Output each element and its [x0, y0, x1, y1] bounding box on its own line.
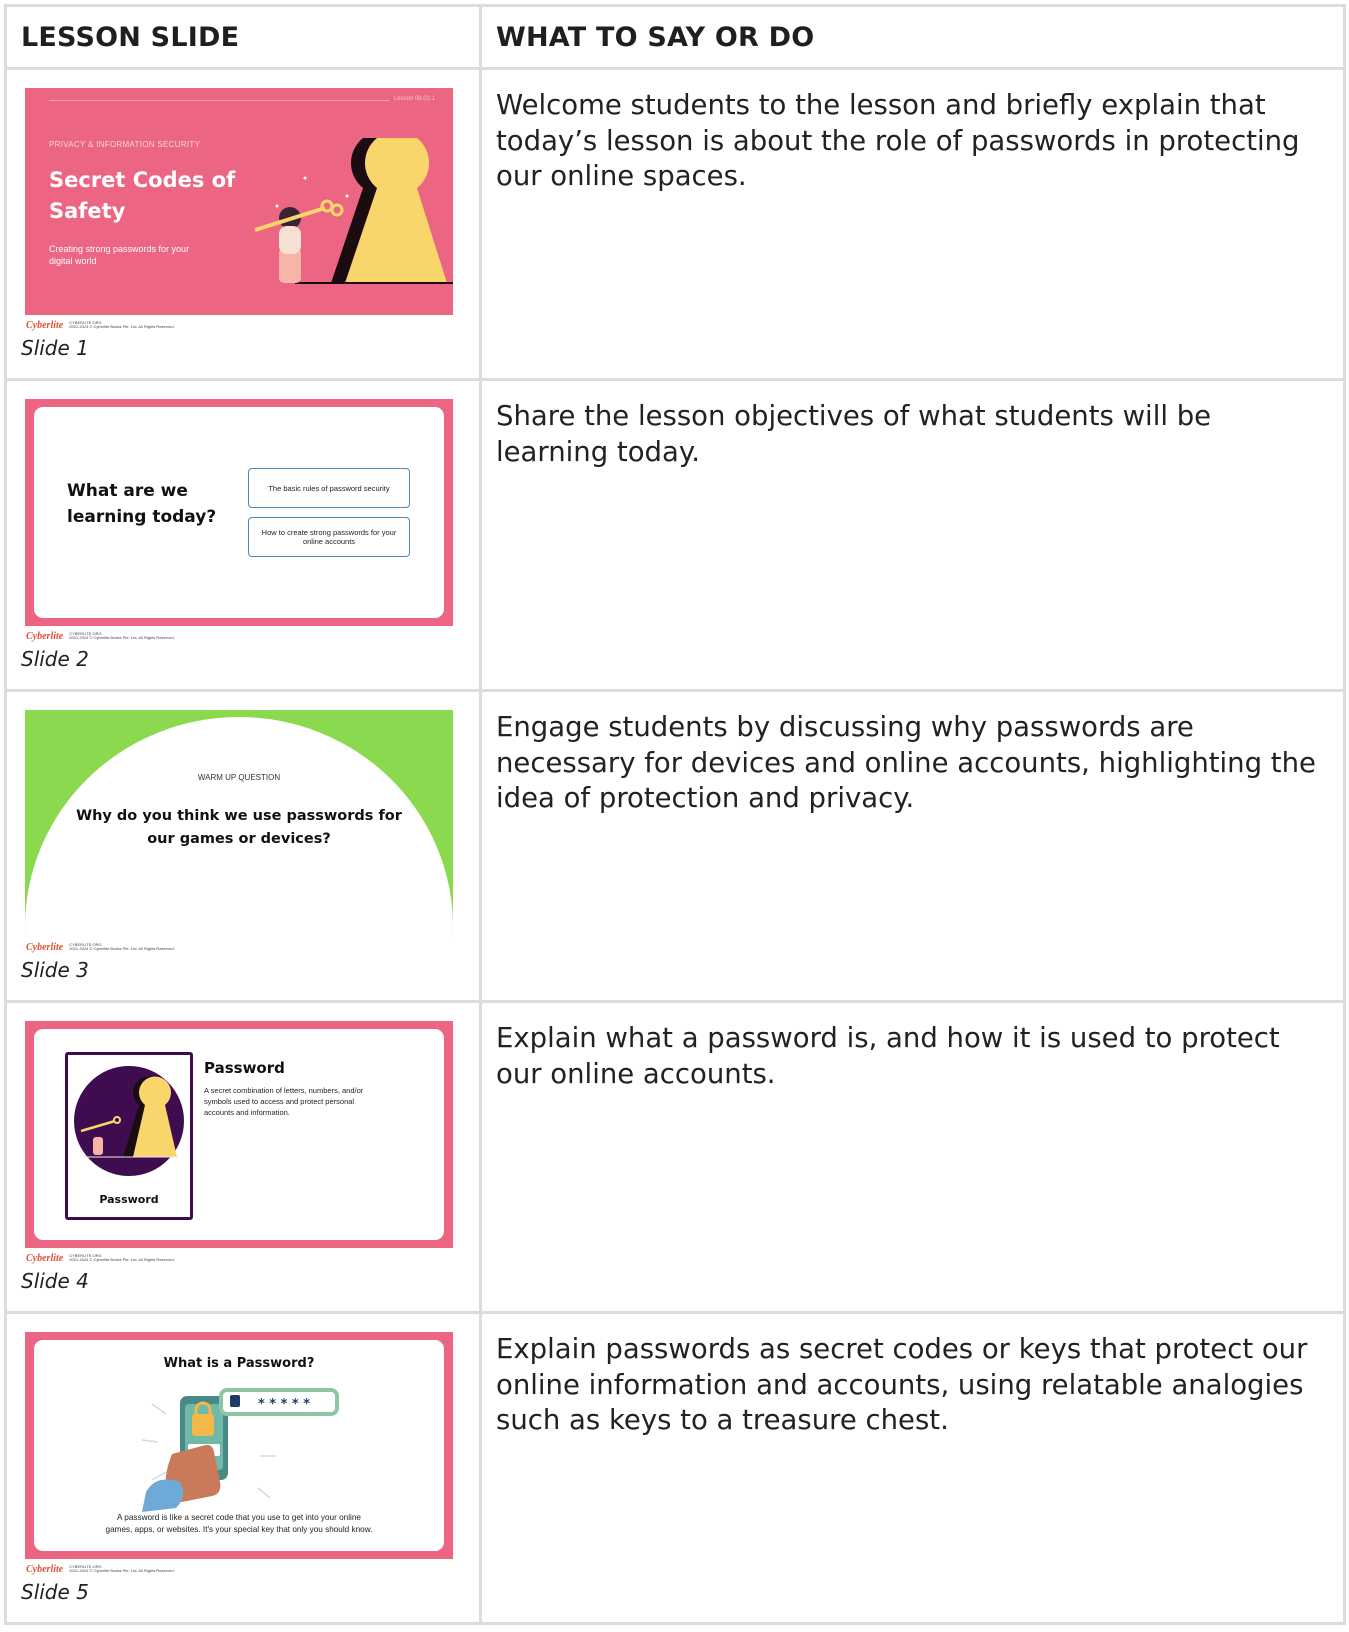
footer-fine-print: CYBERLITE.ORG 2021-2024 © Cyberlite Books… — [69, 942, 175, 951]
password-title: What is a Password? — [163, 1356, 315, 1371]
vocab-card: Password — [65, 1052, 193, 1220]
say-text: Engage students by discussing why passwo… — [496, 711, 1316, 814]
keyhole-illustration — [254, 138, 453, 284]
slide-card: Password Password A secret combination o… — [34, 1029, 444, 1240]
slide-subtitle-line2: digital world — [49, 256, 97, 266]
slide-cell: WARM UP QUESTION Why do you think we use… — [4, 689, 482, 1003]
table-row: What is a Password? * * * * * A password… — [4, 1311, 1346, 1625]
slide-caption: Slide 4 — [21, 1269, 89, 1293]
say-cell: Engage students by discussing why passwo… — [479, 689, 1346, 1003]
vocab-card-label: Password — [99, 1193, 159, 1206]
slide-footer: Cyberlite CYBERLITE.ORG 2021-2024 © Cyber… — [26, 1563, 175, 1575]
slide-footer: Cyberlite CYBERLITE.ORG 2021-2024 © Cyber… — [26, 630, 175, 642]
cyberlite-logo: Cyberlite — [26, 630, 64, 642]
say-text: Explain passwords as secret codes or key… — [496, 1333, 1308, 1436]
say-text: Share the lesson objectives of what stud… — [496, 400, 1212, 468]
term-definition: A secret combination of letters, numbers… — [204, 1086, 364, 1117]
table-row: Password Password A secret combination o… — [4, 1000, 1346, 1314]
slide-1-thumbnail[interactable]: Lesson 08.02.1 PRIVACY & INFORMATION SEC… — [25, 88, 453, 315]
say-cell: Explain what a password is, and how it i… — [479, 1000, 1346, 1314]
table-row: WARM UP QUESTION Why do you think we use… — [4, 689, 1346, 1003]
slide-title-line1: Secret Codes of — [49, 168, 236, 192]
say-text: Welcome students to the lesson and brief… — [496, 89, 1300, 192]
keyhole-circle-icon — [74, 1066, 184, 1176]
slide-footer: Cyberlite CYBERLITE.ORG 2021-2024 © Cyber… — [26, 319, 175, 331]
table-row: Lesson 08.02.1 PRIVACY & INFORMATION SEC… — [4, 67, 1346, 381]
say-cell: Explain passwords as secret codes or key… — [479, 1311, 1346, 1625]
slide-cell: What is a Password? * * * * * A password… — [4, 1311, 482, 1625]
footer-fine-print: CYBERLITE.ORG 2021-2024 © Cyberlite Books… — [69, 1253, 175, 1262]
header-what-to-say: WHAT TO SAY OR DO — [479, 4, 1346, 70]
objective-box-2: How to create strong passwords for your … — [248, 517, 410, 557]
say-cell: Share the lesson objectives of what stud… — [479, 378, 1346, 692]
footer-fine-print: CYBERLITE.ORG 2021-2024 © Cyberlite Books… — [69, 1564, 175, 1573]
slide-5-thumbnail[interactable]: What is a Password? * * * * * A password… — [25, 1332, 453, 1559]
svg-text:* * * * *: * * * * * — [258, 1397, 310, 1412]
slide-cell: Lesson 08.02.1 PRIVACY & INFORMATION SEC… — [4, 67, 482, 381]
objectives-heading-line2: learning today? — [67, 507, 217, 527]
objective-box-1: The basic rules of password security — [248, 468, 410, 508]
warm-up-question-line2: our games or devices? — [147, 831, 331, 847]
warm-up-question-line1: Why do you think we use passwords for — [76, 808, 402, 824]
slide-4-thumbnail[interactable]: Password Password A secret combination o… — [25, 1021, 453, 1248]
slide-footer: Cyberlite CYBERLITE.ORG 2021-2024 © Cyber… — [26, 941, 175, 953]
objectives-heading-line1: What are we — [67, 481, 188, 501]
lesson-plan-table: LESSON SLIDE WHAT TO SAY OR DO Lesson 08… — [4, 4, 1346, 1625]
slide-card: What are we learning today? The basic ru… — [34, 407, 444, 618]
white-dome — [25, 717, 453, 937]
cyberlite-logo: Cyberlite — [26, 319, 64, 331]
term-heading: Password — [204, 1059, 285, 1077]
table-row: What are we learning today? The basic ru… — [4, 378, 1346, 692]
slide-3-thumbnail[interactable]: WARM UP QUESTION Why do you think we use… — [25, 710, 453, 937]
slide-caption: Slide 3 — [21, 958, 89, 982]
say-text: Explain what a password is, and how it i… — [496, 1022, 1280, 1090]
slide-cell: What are we learning today? The basic ru… — [4, 378, 482, 692]
password-body: A password is like a secret code that yo… — [105, 1513, 373, 1534]
slide-subtitle-line1: Creating strong passwords for your — [49, 244, 190, 254]
table-header-row: LESSON SLIDE WHAT TO SAY OR DO — [4, 4, 1346, 70]
slide-2-thumbnail[interactable]: What are we learning today? The basic ru… — [25, 399, 453, 626]
slide-cell: Password Password A secret combination o… — [4, 1000, 482, 1314]
slide-caption: Slide 2 — [21, 647, 89, 671]
warm-up-kicker: WARM UP QUESTION — [197, 773, 281, 782]
footer-fine-print: CYBERLITE.ORG 2021-2024 © Cyberlite Books… — [69, 320, 175, 329]
divider — [49, 100, 389, 101]
slide-caption: Slide 5 — [21, 1580, 89, 1604]
slide-title-line2: Safety — [49, 199, 126, 223]
footer-fine-print: CYBERLITE.ORG 2021-2024 © Cyberlite Books… — [69, 631, 175, 640]
slide-caption: Slide 1 — [21, 336, 89, 360]
slide-card: What is a Password? * * * * * A password… — [34, 1340, 444, 1551]
phone-password-illustration: **** * * * * * — [141, 1388, 339, 1512]
header-lesson-slide: LESSON SLIDE — [4, 4, 482, 70]
lesson-code: Lesson 08.02.1 — [393, 96, 435, 102]
cyberlite-logo: Cyberlite — [26, 941, 64, 953]
cyberlite-logo: Cyberlite — [26, 1252, 64, 1264]
slide-footer: Cyberlite CYBERLITE.ORG 2021-2024 © Cyber… — [26, 1252, 175, 1264]
say-cell: Welcome students to the lesson and brief… — [479, 67, 1346, 381]
slide-category: PRIVACY & INFORMATION SECURITY — [49, 140, 201, 149]
cyberlite-logo: Cyberlite — [26, 1563, 64, 1575]
